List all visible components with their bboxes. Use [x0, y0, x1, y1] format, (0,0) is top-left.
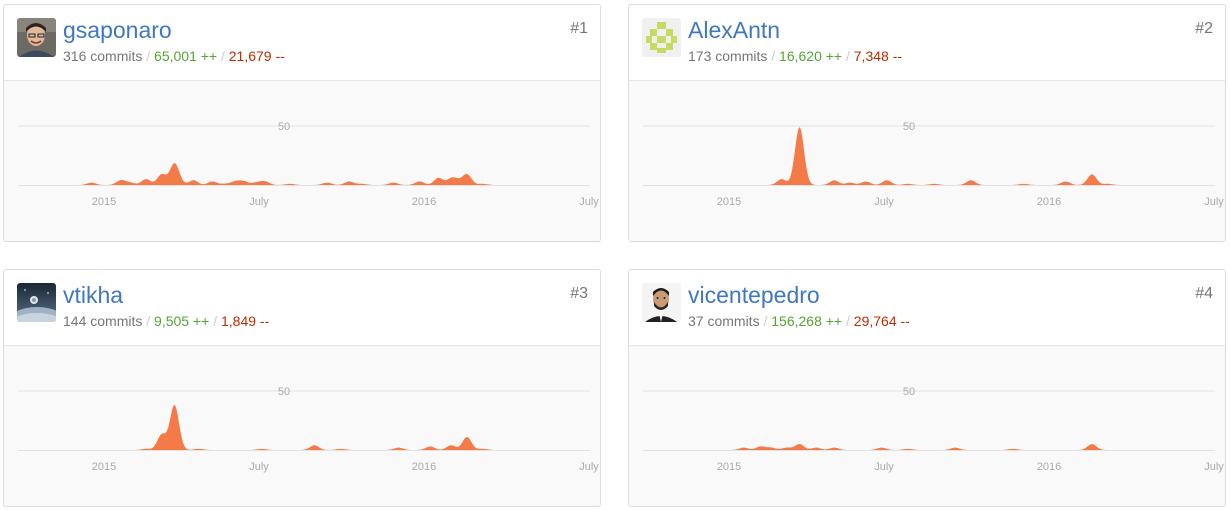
x-tick-label: July [1204, 196, 1224, 208]
x-tick-label: 2015 [717, 461, 741, 473]
contributor-rank: #1 [570, 20, 588, 37]
activity-chart-svg: 50 2015 July 2016 July [643, 121, 1224, 208]
additions-count: 9,505 ++ [154, 313, 210, 329]
commit-activity-graph: 50 2015 July 2016 July [629, 346, 1225, 506]
contributor-rank: #3 [570, 285, 588, 302]
additions-count: 65,001 ++ [154, 48, 218, 64]
commit-activity-graph: 50 2015 July 2016 July [629, 81, 1225, 241]
x-tick-label: 2016 [1037, 196, 1061, 208]
contributor-username[interactable]: vicentepedro [688, 281, 820, 309]
y-gridline-label: 50 [278, 121, 290, 133]
contributor-username[interactable]: AlexAntn [688, 16, 780, 44]
additions-count: 156,268 ++ [771, 313, 843, 329]
contributor-header: vtikha 144 commits / 9,505 ++ / 1,849 --… [4, 270, 600, 346]
commit-count: 316 commits [63, 48, 143, 64]
contributor-header: AlexAntn 173 commits / 16,620 ++ / 7,348… [629, 5, 1225, 81]
avatar[interactable] [17, 18, 56, 57]
portrait-photo-icon [17, 18, 56, 57]
contributor-card: vtikha 144 commits / 9,505 ++ / 1,849 --… [3, 269, 601, 507]
separator: / [842, 48, 854, 64]
commit-activity-graph: 50 2015 July 2016 July [4, 81, 600, 241]
x-tick-label: July [249, 196, 269, 208]
x-tick-label: July [249, 461, 269, 473]
x-tick-label: 2016 [1037, 461, 1061, 473]
y-gridline-label: 50 [278, 386, 290, 398]
activity-chart-svg: 50 2015 July 2016 July [18, 121, 599, 208]
deletions-count: 29,764 -- [853, 313, 910, 329]
space-photo-icon [17, 283, 56, 322]
x-tick-label: 2015 [92, 196, 116, 208]
avatar[interactable] [17, 283, 56, 322]
x-tick-label: 2015 [717, 196, 741, 208]
deletions-count: 7,348 -- [853, 48, 903, 64]
contributor-username[interactable]: vtikha [63, 281, 123, 309]
contributor-stats: 37 commits / 156,268 ++ / 29,764 -- [688, 312, 910, 330]
contributor-stats: 316 commits / 65,001 ++ / 21,679 -- [63, 47, 285, 65]
x-tick-label: July [579, 461, 599, 473]
y-gridline-label: 50 [903, 121, 915, 133]
contributor-username[interactable]: gsaponaro [63, 16, 172, 44]
commits-area [643, 127, 1215, 185]
contributor-card: AlexAntn 173 commits / 16,620 ++ / 7,348… [628, 4, 1226, 242]
contributor-card: vicentepedro 37 commits / 156,268 ++ / 2… [628, 269, 1226, 507]
identicon-icon [642, 18, 681, 57]
avatar[interactable] [642, 283, 681, 322]
separator: / [842, 313, 854, 329]
y-gridline-label: 50 [903, 386, 915, 398]
commit-count: 144 commits [63, 313, 143, 329]
separator: / [759, 313, 772, 329]
separator: / [142, 313, 155, 329]
commit-count: 173 commits [688, 48, 768, 64]
x-tick-label: July [579, 196, 599, 208]
portrait-photo-icon [642, 283, 681, 322]
activity-chart-svg: 50 2015 July 2016 July [643, 386, 1224, 473]
commit-activity-graph: 50 2015 July 2016 July [4, 346, 600, 506]
contributor-rank: #2 [1195, 20, 1213, 37]
x-tick-label: July [874, 196, 894, 208]
commit-count: 37 commits [688, 313, 760, 329]
x-tick-label: July [874, 461, 894, 473]
x-tick-label: 2015 [92, 461, 116, 473]
additions-count: 16,620 ++ [779, 48, 843, 64]
commits-area [643, 444, 1215, 450]
separator: / [142, 48, 155, 64]
contributor-stats: 173 commits / 16,620 ++ / 7,348 -- [688, 47, 902, 65]
x-tick-label: July [1204, 461, 1224, 473]
contributor-stats: 144 commits / 9,505 ++ / 1,849 -- [63, 312, 269, 330]
contributor-card: gsaponaro 316 commits / 65,001 ++ / 21,6… [3, 4, 601, 242]
activity-chart-svg: 50 2015 July 2016 July [18, 386, 599, 473]
separator: / [767, 48, 780, 64]
deletions-count: 21,679 -- [228, 48, 285, 64]
contributor-header: vicentepedro 37 commits / 156,268 ++ / 2… [629, 270, 1225, 346]
contributor-rank: #4 [1195, 285, 1213, 302]
separator: / [217, 48, 229, 64]
deletions-count: 1,849 -- [220, 313, 270, 329]
commits-area [18, 405, 590, 450]
x-tick-label: 2016 [412, 196, 436, 208]
x-tick-label: 2016 [412, 461, 436, 473]
contributor-header: gsaponaro 316 commits / 65,001 ++ / 21,6… [4, 5, 600, 81]
avatar[interactable] [642, 18, 681, 57]
commits-area [18, 163, 590, 185]
separator: / [209, 313, 221, 329]
